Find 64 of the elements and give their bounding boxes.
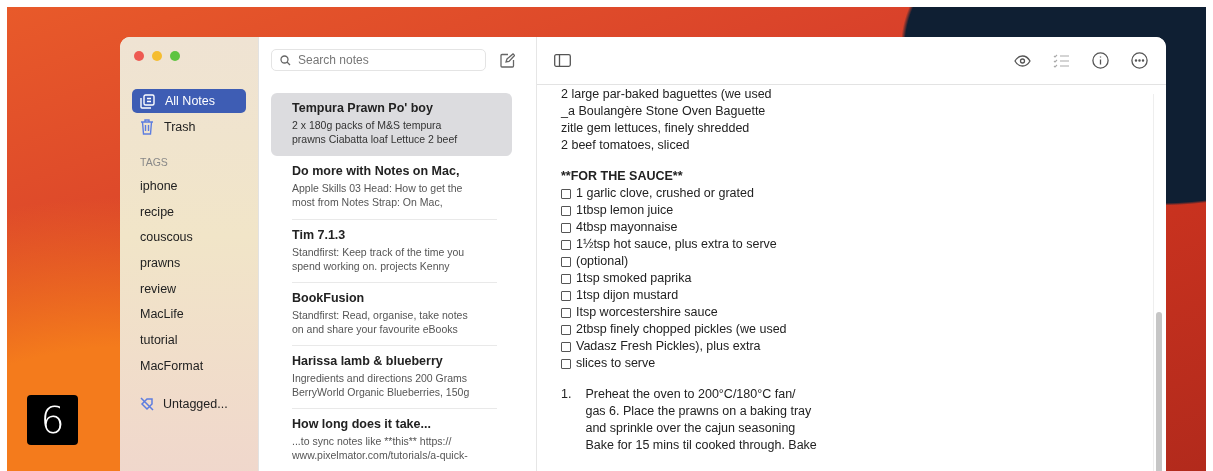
note-text-line: 2 beef tomatoes, sliced bbox=[561, 137, 691, 154]
note-text-line: 2 large par-baked baguettes (we used bbox=[561, 86, 773, 103]
checklist-icon[interactable] bbox=[1053, 53, 1070, 68]
eye-icon[interactable] bbox=[1014, 54, 1031, 67]
compose-icon[interactable] bbox=[500, 52, 515, 68]
note-item[interactable]: How long does it take... ...to sync notes like **this** https:// www.pixelmator.com/tutorials/a-quick- bbox=[292, 408, 497, 471]
checkbox[interactable] bbox=[561, 222, 571, 233]
checklist-item-text: (optional) bbox=[576, 253, 629, 270]
tag-item[interactable]: review bbox=[132, 276, 246, 303]
search-icon bbox=[280, 55, 291, 66]
figure-number: 6 bbox=[27, 395, 78, 445]
tag-item[interactable]: recipe bbox=[132, 199, 246, 226]
checkbox[interactable] bbox=[561, 341, 571, 352]
note-text-line: Bake for 15 mins til cooked through. Bake bbox=[585, 437, 817, 454]
checklist-item-text: 1tsp dijon mustard bbox=[576, 287, 679, 304]
close-button[interactable] bbox=[134, 51, 144, 61]
note-item[interactable]: BookFusion Standfirst: Read, organise, take notes on and share your favourite eBooks bbox=[292, 282, 497, 345]
checkbox[interactable] bbox=[561, 256, 571, 267]
note-text-line: and sprinkle over the cajun seasoning bbox=[585, 420, 797, 437]
checkbox[interactable] bbox=[561, 239, 571, 250]
checklist-item-text: 4tbsp mayonnaise bbox=[576, 219, 678, 236]
checklist-item-text: slices to serve bbox=[576, 355, 656, 372]
checkbox[interactable] bbox=[561, 205, 571, 216]
untagged-item[interactable]: Untagged... bbox=[163, 396, 228, 411]
checklist-item-text: 1tbsp lemon juice bbox=[576, 202, 674, 219]
checkbox[interactable] bbox=[561, 324, 571, 335]
tags-heading: TAGS bbox=[140, 156, 169, 168]
note-text-line: Preheat the oven to 200°C/180°C fan/ bbox=[585, 386, 797, 403]
checkbox[interactable] bbox=[561, 358, 571, 369]
note-item[interactable]: Harissa lamb & blueberry Ingredients and directions 200 Grams BerryWorld Organic Blueberries, 150g bbox=[292, 345, 497, 408]
info-icon[interactable] bbox=[1092, 52, 1109, 69]
tag-item[interactable]: prawns bbox=[132, 251, 246, 277]
checklist-item-text: 1½tsp hot sauce, plus extra to serve bbox=[576, 236, 777, 253]
tag-slash-icon bbox=[140, 396, 154, 411]
checklist-item-text: Vadasz Fresh Pickles), plus extra bbox=[576, 338, 761, 355]
list-number: 1. bbox=[561, 386, 572, 403]
checklist-item-text: 1 garlic clove, crushed or grated bbox=[576, 185, 754, 202]
checklist-item-text: 1tsp smoked paprika bbox=[576, 270, 692, 287]
note-item[interactable]: Tempura Prawn Po' boy 2 x 180g packs of M&S tempura prawns Ciabatta loaf Lettuce 2 beef bbox=[271, 93, 512, 156]
sidebar-item[interactable]: All Notes bbox=[132, 89, 246, 113]
sidebar-item[interactable]: Trash bbox=[132, 115, 246, 139]
checklist-item-text: Itsp worcestershire sauce bbox=[576, 304, 718, 321]
checkbox[interactable] bbox=[561, 188, 571, 199]
note-heading: **FOR THE SAUCE** bbox=[561, 168, 684, 185]
trash-icon bbox=[140, 119, 154, 135]
search-field[interactable]: Search notes bbox=[271, 49, 486, 71]
checkbox[interactable] bbox=[561, 307, 571, 318]
checkbox[interactable] bbox=[561, 273, 571, 284]
tag-item[interactable]: couscous bbox=[132, 225, 246, 252]
checklist-item-text: 2tbsp finely chopped pickles (we used bbox=[576, 321, 787, 338]
scrollbar[interactable] bbox=[1153, 94, 1163, 471]
tag-item[interactable]: iphone bbox=[132, 174, 246, 200]
note-text-line: gas 6. Place the prawns on a baking tray bbox=[585, 403, 813, 420]
tag-item[interactable]: MacFormat bbox=[132, 353, 246, 380]
note-item[interactable]: Do more with Notes on Mac, Apple Skills 03 Head: How to get the most from Notes Strap: On Mac, bbox=[292, 156, 497, 219]
tag-item[interactable]: MacLife bbox=[132, 302, 246, 329]
sidebar-toggle-icon[interactable] bbox=[554, 54, 571, 67]
more-icon[interactable] bbox=[1131, 52, 1148, 69]
notes-icon bbox=[140, 93, 155, 109]
note-item[interactable]: Tim 7.1.3 Standfirst: Keep track of the time you spend working on. projects Kenny bbox=[292, 219, 497, 282]
note-text-line: _a Boulangère Stone Oven Baguette bbox=[561, 103, 767, 120]
tag-item[interactable]: tutorial bbox=[132, 328, 246, 354]
checkbox[interactable] bbox=[561, 290, 571, 301]
note-text-line: zitle gem lettuces, finely shredded bbox=[561, 120, 751, 137]
